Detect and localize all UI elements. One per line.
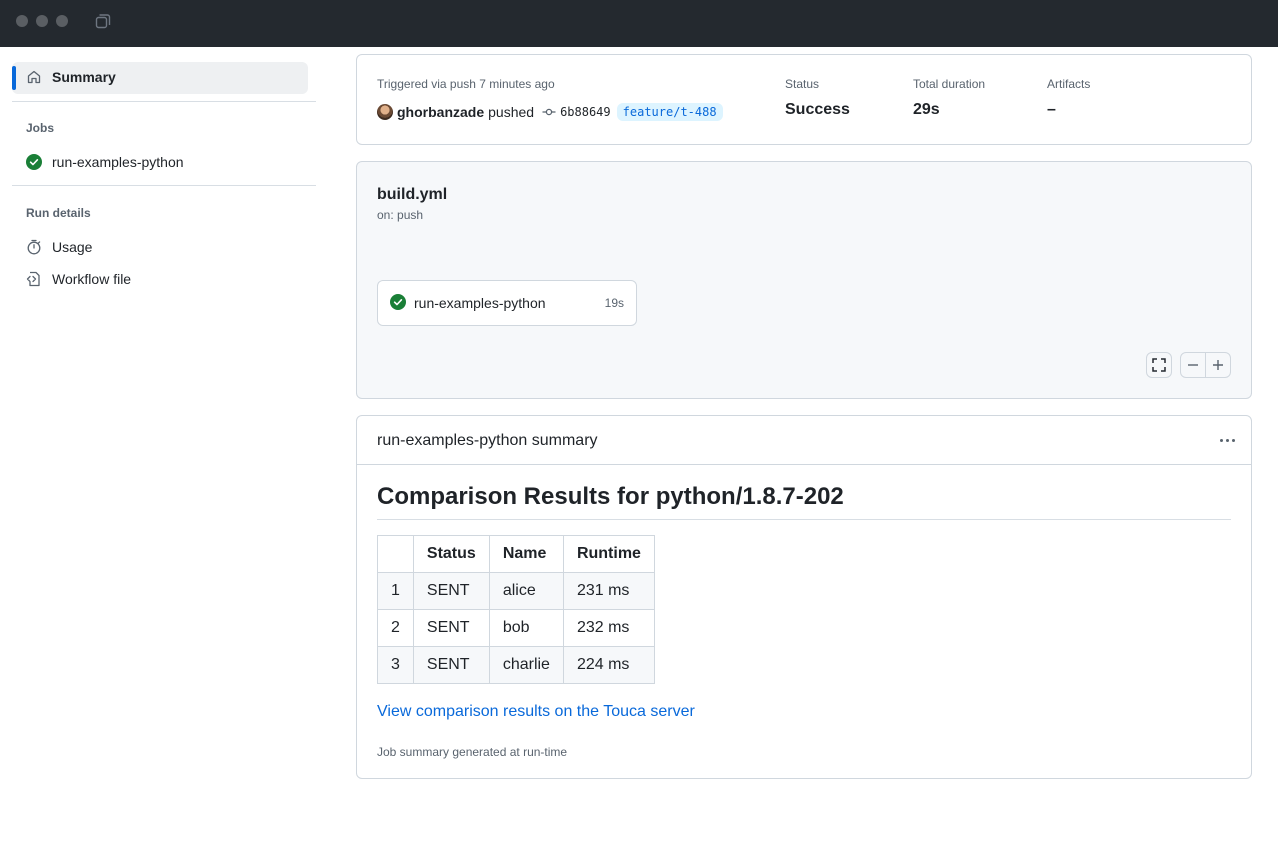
table-header-row: Status Name Runtime bbox=[377, 535, 655, 573]
sidebar-item-label: Usage bbox=[52, 239, 93, 255]
home-icon bbox=[26, 69, 42, 85]
trigger-text: Triggered via push 7 minutes ago bbox=[377, 77, 555, 91]
sidebar-item-usage[interactable]: Usage bbox=[26, 239, 92, 255]
fullscreen-button[interactable] bbox=[1146, 352, 1172, 378]
summary-header: run-examples-python summary bbox=[357, 416, 1251, 465]
table-header-cell: Status bbox=[412, 535, 490, 573]
success-check-icon bbox=[26, 154, 42, 170]
user-link[interactable]: ghorbanzade bbox=[397, 104, 484, 120]
workflow-name: build.yml bbox=[377, 186, 448, 203]
table-cell: SENT bbox=[412, 646, 490, 684]
push-info: ghorbanzade pushed 6b88649 feature/t-488 bbox=[377, 102, 723, 122]
table-header-cell: Runtime bbox=[562, 535, 655, 573]
job-summary-card: run-examples-python summary Comparison R… bbox=[356, 415, 1252, 779]
table-cell: charlie bbox=[488, 646, 564, 684]
fullscreen-icon bbox=[1152, 358, 1166, 372]
window-maximize-button[interactable] bbox=[56, 15, 68, 27]
plus-icon bbox=[1213, 360, 1223, 370]
status-value: Success bbox=[785, 101, 850, 118]
table-header-cell: Name bbox=[488, 535, 564, 573]
table-cell: SENT bbox=[412, 572, 490, 610]
sidebar-item-label: run-examples-python bbox=[52, 154, 184, 170]
sidebar-item-job[interactable]: run-examples-python bbox=[26, 154, 184, 170]
table-cell: 1 bbox=[377, 572, 414, 610]
sidebar-item-label: Workflow file bbox=[52, 271, 132, 287]
job-node[interactable]: run-examples-python 19s bbox=[377, 280, 637, 326]
branch-badge[interactable]: feature/t-488 bbox=[616, 103, 723, 121]
sidebar-divider bbox=[12, 185, 316, 186]
table-cell: 3 bbox=[377, 646, 414, 684]
artifacts-label: Artifacts bbox=[1047, 77, 1091, 91]
job-node-name: run-examples-python bbox=[414, 295, 546, 311]
commit-icon bbox=[542, 108, 556, 116]
table-row: 1 SENT alice 231 ms bbox=[377, 572, 655, 610]
run-details-heading: Run details bbox=[26, 206, 91, 220]
jobs-heading: Jobs bbox=[26, 121, 55, 135]
workflow-graph-card: build.yml on: push run-examples-python 1… bbox=[356, 161, 1252, 399]
summary-title: run-examples-python summary bbox=[377, 432, 598, 449]
success-check-icon bbox=[390, 293, 406, 313]
file-code-icon bbox=[26, 271, 42, 287]
table-row: 2 SENT bob 232 ms bbox=[377, 609, 655, 647]
sidebar-item-label: Summary bbox=[52, 69, 116, 85]
table-cell: 224 ms bbox=[562, 646, 655, 684]
tab-overview-icon[interactable] bbox=[94, 12, 112, 30]
sidebar-summary-link[interactable]: Summary bbox=[26, 69, 116, 85]
touca-server-link[interactable]: View comparison results on the Touca ser… bbox=[377, 703, 695, 721]
table-cell: 2 bbox=[377, 609, 414, 647]
workflow-trigger: on: push bbox=[377, 208, 424, 222]
status-label: Status bbox=[785, 77, 820, 91]
commit-sha-link[interactable]: 6b88649 bbox=[560, 105, 611, 119]
window-titlebar bbox=[0, 0, 1278, 47]
results-table: Status Name Runtime 1 SENT alice 231 ms … bbox=[377, 535, 655, 684]
artifacts-value: – bbox=[1047, 101, 1056, 118]
table-cell: 232 ms bbox=[562, 609, 655, 647]
run-info-card: Triggered via push 7 minutes ago ghorban… bbox=[356, 54, 1252, 145]
table-cell: SENT bbox=[412, 609, 490, 647]
duration-label: Total duration bbox=[913, 77, 986, 91]
minus-icon bbox=[1188, 364, 1198, 366]
job-node-duration: 19s bbox=[604, 296, 624, 310]
action-text: pushed bbox=[488, 104, 535, 120]
stopwatch-icon bbox=[26, 239, 42, 255]
table-cell: bob bbox=[488, 609, 564, 647]
kebab-menu-icon[interactable] bbox=[1217, 430, 1237, 450]
sidebar-divider bbox=[12, 101, 316, 102]
table-cell: alice bbox=[488, 572, 564, 610]
zoom-out-button[interactable] bbox=[1180, 352, 1206, 378]
table-row: 3 SENT charlie 224 ms bbox=[377, 646, 655, 684]
duration-value: 29s bbox=[913, 101, 940, 118]
zoom-in-button[interactable] bbox=[1205, 352, 1231, 378]
table-cell: 231 ms bbox=[562, 572, 655, 610]
avatar[interactable] bbox=[377, 104, 393, 120]
summary-heading: Comparison Results for python/1.8.7-202 bbox=[377, 483, 1231, 520]
window-close-button[interactable] bbox=[16, 15, 28, 27]
summary-footnote: Job summary generated at run-time bbox=[377, 745, 568, 759]
sidebar-item-workflow-file[interactable]: Workflow file bbox=[26, 271, 131, 287]
table-header-cell bbox=[377, 535, 414, 573]
window-minimize-button[interactable] bbox=[36, 15, 48, 27]
